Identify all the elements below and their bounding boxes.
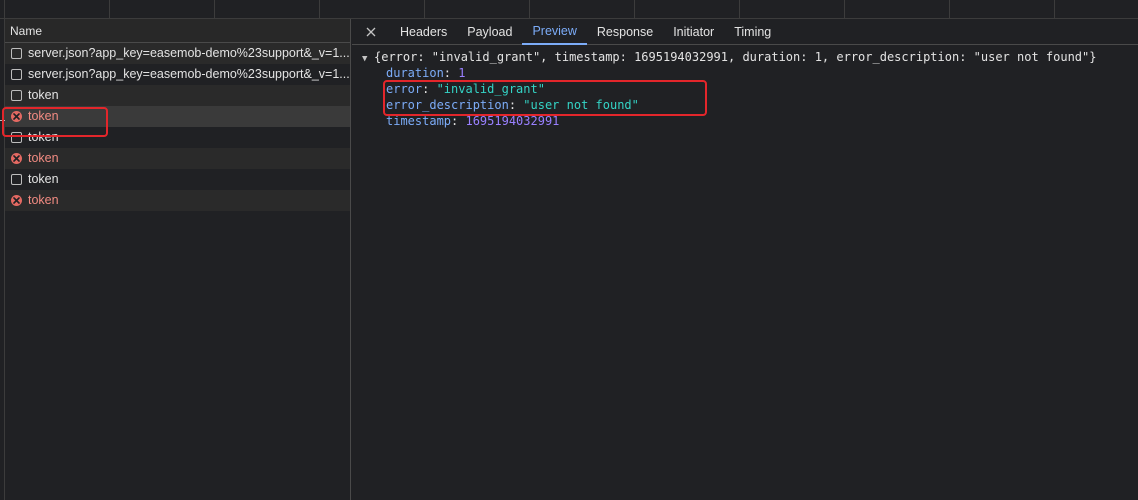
strip-segment	[215, 0, 320, 18]
error-circle-icon	[11, 195, 22, 206]
name-column-header[interactable]: Name	[5, 19, 350, 43]
strip-segment	[110, 0, 215, 18]
request-row[interactable]: token	[5, 169, 350, 190]
checkbox-icon[interactable]	[11, 174, 22, 185]
json-property: duration: 1	[386, 66, 466, 80]
strip-segment	[425, 0, 530, 18]
request-name: server.json?app_key=easemob-demo%23suppo…	[28, 67, 350, 81]
request-row[interactable]: token	[5, 190, 350, 211]
request-name: server.json?app_key=easemob-demo%23suppo…	[28, 46, 350, 60]
strip-segment	[320, 0, 425, 18]
json-summary: {error: "invalid_grant", timestamp: 1695…	[374, 50, 1097, 64]
strip-segment	[635, 0, 740, 18]
strip-segment	[950, 0, 1055, 18]
strip-segment	[740, 0, 845, 18]
request-row[interactable]: server.json?app_key=easemob-demo%23suppo…	[5, 43, 350, 64]
close-icon[interactable]	[362, 19, 380, 44]
tab-timing[interactable]: Timing	[724, 19, 781, 45]
checkbox-icon[interactable]	[11, 90, 22, 101]
request-row[interactable]: token	[5, 85, 350, 106]
detail-tabbar: Headers Payload Preview Response Initiat…	[352, 19, 1138, 45]
request-name-panel: Name server.json?app_key=easemob-demo%23…	[5, 19, 351, 500]
request-name: token	[28, 193, 59, 207]
strip-segment	[5, 0, 110, 18]
tab-headers[interactable]: Headers	[390, 19, 457, 45]
annotation-box-error-fields	[383, 80, 707, 116]
top-timeline-strip	[0, 0, 1138, 19]
triangle-down-icon[interactable]: ▼	[362, 51, 374, 67]
checkbox-icon[interactable]	[11, 69, 22, 80]
request-name: token	[28, 88, 59, 102]
json-summary-row[interactable]: ▼ {error: "invalid_grant", timestamp: 169…	[352, 49, 1138, 65]
tab-preview[interactable]: Preview	[522, 19, 587, 45]
tab-initiator[interactable]: Initiator	[663, 19, 724, 45]
strip-segment	[845, 0, 950, 18]
request-row[interactable]: token	[5, 148, 350, 169]
request-name: token	[28, 151, 59, 165]
json-key: timestamp	[386, 114, 452, 128]
tab-response[interactable]: Response	[587, 19, 663, 45]
json-value: 1695194032991	[465, 114, 560, 128]
request-name: token	[28, 172, 59, 186]
checkbox-icon[interactable]	[11, 48, 22, 59]
error-circle-icon	[11, 153, 22, 164]
json-key: duration	[386, 66, 444, 80]
annotation-box-selected-request	[2, 107, 108, 137]
request-row[interactable]: server.json?app_key=easemob-demo%23suppo…	[5, 64, 350, 85]
strip-segment	[530, 0, 635, 18]
tab-payload[interactable]: Payload	[457, 19, 522, 45]
json-value: 1	[458, 66, 466, 80]
